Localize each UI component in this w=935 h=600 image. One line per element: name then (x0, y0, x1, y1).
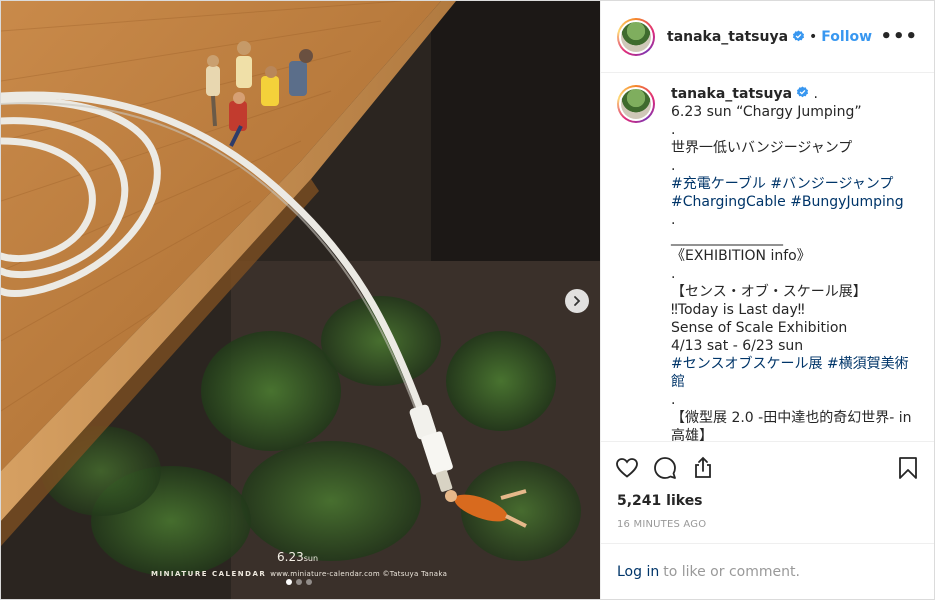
caption-username[interactable]: tanaka_tatsuya (671, 86, 792, 102)
caption-period: . (813, 86, 818, 102)
caption-line: 6.23 sun “Chargy Jumping” (671, 104, 862, 120)
photo-date-watermark: 6.23sun (277, 550, 319, 564)
caption-avatar[interactable] (617, 85, 655, 123)
bookmark-icon (899, 456, 917, 479)
verified-badge-icon (796, 86, 809, 98)
caption-line: . (671, 392, 676, 408)
hashtag-line[interactable]: #センスオブスケール展 #横須賀美術館 (671, 355, 918, 391)
comment-button[interactable] (651, 454, 679, 482)
username-link[interactable]: tanaka_tatsuya (667, 29, 788, 45)
caption-line: ________________ (671, 230, 783, 246)
caption-line: . (671, 212, 676, 228)
login-prompt-text: to like or comment. (663, 563, 800, 580)
caption-line: ‼Today is Last day‼ (671, 302, 805, 318)
action-bar (601, 441, 934, 493)
post-timestamp[interactable]: 16 MINUTES AGO (601, 515, 934, 543)
verified-badge-icon (792, 30, 805, 42)
caption-line: . (671, 122, 676, 138)
post-header: tanaka_tatsuya • Follow ••• (601, 1, 934, 73)
like-button[interactable] (613, 454, 641, 482)
share-button[interactable] (689, 454, 717, 482)
photo-credit-watermark: MINIATURE CALENDAR www.miniature-calendar… (151, 570, 447, 578)
heart-icon (616, 457, 638, 478)
slide-indicator (286, 579, 312, 585)
share-icon (695, 456, 711, 478)
slide-dot (296, 579, 302, 585)
avatar[interactable] (617, 17, 655, 56)
caption-line: 【センス・オブ・スケール展】 (671, 284, 867, 300)
caption-line: Sense of Scale Exhibition (671, 320, 848, 336)
post-side-panel: tanaka_tatsuya • Follow ••• tanaka_tatsu… (600, 1, 934, 599)
separator: • (809, 28, 818, 45)
likes-count[interactable]: 5,241 likes (601, 493, 934, 515)
save-button[interactable] (894, 454, 922, 482)
photo-scene (1, 1, 600, 599)
caption-line: 【微型展 2.0 -田中達也的奇幻世界- in (671, 410, 912, 426)
caption-header: tanaka_tatsuya . (671, 85, 918, 103)
slide-dot (306, 579, 312, 585)
caption-line: . (671, 158, 676, 174)
speech-bubble-icon (654, 456, 676, 479)
more-options-icon[interactable]: ••• (880, 26, 918, 47)
post-dialog: 6.23sun MINIATURE CALENDAR www.miniature-… (0, 0, 935, 600)
chevron-right-icon (574, 296, 581, 306)
caption-line: 《EXHIBITION info》 (671, 248, 811, 264)
caption-area: tanaka_tatsuya . 6.23 sun “Chargy Jumpin… (601, 73, 934, 441)
caption-line: . (671, 266, 676, 282)
brand-watermark: MINIATURE CALENDAR (151, 570, 267, 578)
credit-text: www.miniature-calendar.com ©Tatsuya Tana… (270, 570, 448, 578)
hashtag-line[interactable]: #充電ケーブル #バンジージャンプ (671, 175, 918, 193)
caption-line: 世界一低いバンジージャンプ (671, 140, 853, 156)
slide-dot (286, 579, 292, 585)
post-photo[interactable]: 6.23sun MINIATURE CALENDAR www.miniature-… (1, 1, 600, 599)
login-prompt: Log in to like or comment. (601, 543, 934, 599)
next-slide-button[interactable] (565, 289, 589, 313)
follow-button[interactable]: Follow (821, 29, 872, 45)
caption-line: 高雄】 (671, 428, 713, 441)
login-link[interactable]: Log in (617, 564, 659, 580)
hashtag-line[interactable]: #ChargingCable #BungyJumping (671, 193, 918, 211)
caption-line: 4/13 sat - 6/23 sun (671, 338, 804, 354)
caption-text: tanaka_tatsuya . 6.23 sun “Chargy Jumpin… (671, 85, 918, 441)
